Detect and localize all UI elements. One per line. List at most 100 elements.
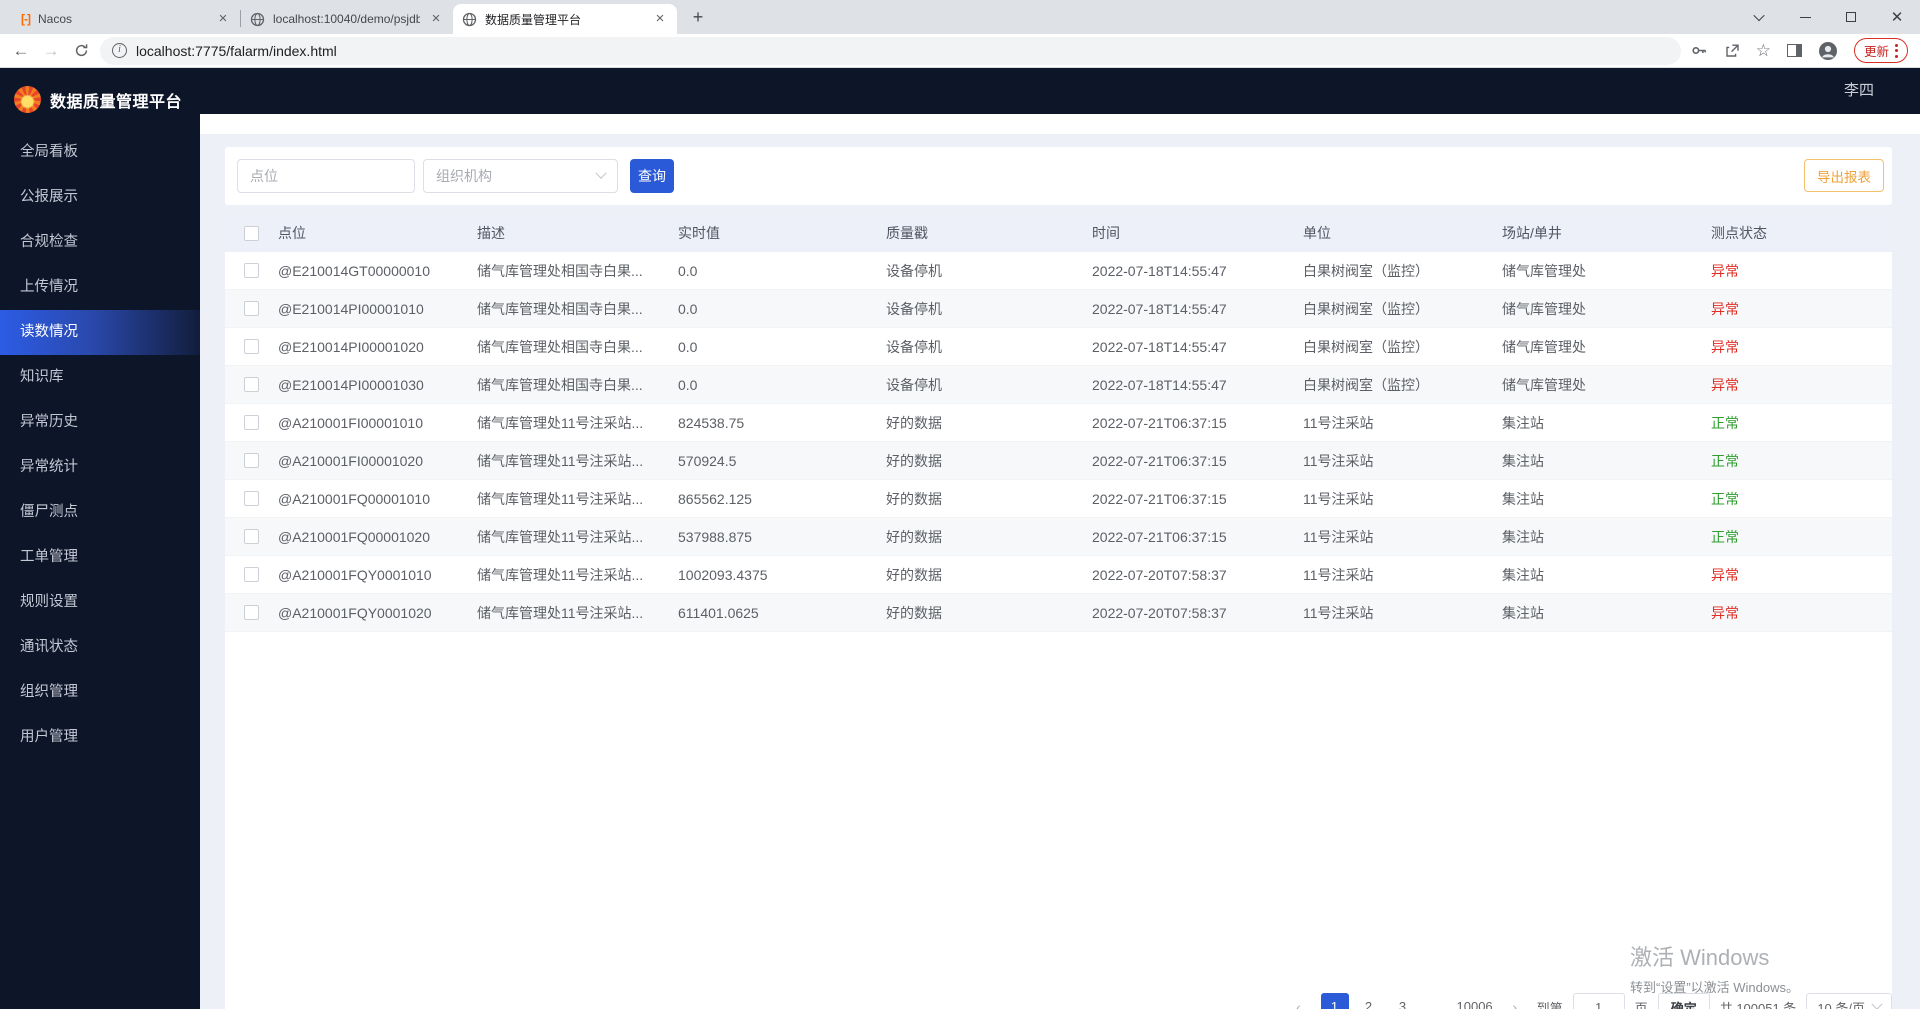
table-row[interactable]: @A210001FQ00001020储气库管理处11号注采站...537988.…	[225, 518, 1892, 556]
row-checkbox[interactable]	[244, 415, 259, 430]
table-row[interactable]: @A210001FQY0001020储气库管理处11号注采站...611401.…	[225, 594, 1892, 632]
total-count-label: 共 100051 条	[1720, 998, 1797, 1009]
tab-close-icon[interactable]: ×	[428, 11, 444, 27]
table-row[interactable]: @E210014PI00001010储气库管理处相国寺白果...0.0设备停机2…	[225, 290, 1892, 328]
row-checkbox[interactable]	[244, 567, 259, 582]
cell-unit: 白果树阀室（监控）	[1303, 299, 1502, 319]
table-row[interactable]: @A210001FQ00001010储气库管理处11号注采站...865562.…	[225, 480, 1892, 518]
next-page-button[interactable]: ›	[1503, 999, 1527, 1009]
forward-button[interactable]: →	[36, 37, 66, 65]
tab-close-icon[interactable]: ×	[652, 11, 668, 27]
page-number-button[interactable]: 2	[1355, 993, 1383, 1009]
organization-select[interactable]: 组织机构	[423, 159, 618, 193]
row-checkbox[interactable]	[244, 605, 259, 620]
cell-value: 1002093.4375	[678, 567, 886, 583]
jump-page-input[interactable]	[1573, 993, 1625, 1009]
table-row[interactable]: @E210014PI00001020储气库管理处相国寺白果...0.0设备停机2…	[225, 328, 1892, 366]
sidebar-item[interactable]: 规则设置	[0, 580, 200, 625]
table-row[interactable]: @E210014PI00001030储气库管理处相国寺白果...0.0设备停机2…	[225, 366, 1892, 404]
cell-time: 2022-07-18T14:55:47	[1092, 377, 1303, 393]
sidebar-item[interactable]: 异常统计	[0, 445, 200, 490]
sidebar-item[interactable]: 通讯状态	[0, 625, 200, 670]
tab-data-quality-platform[interactable]: 数据质量管理平台 ×	[453, 4, 677, 34]
cell-value: 0.0	[678, 301, 886, 317]
cell-desc: 储气库管理处11号注采站...	[477, 565, 678, 585]
table-row[interactable]: @E210014GT00000010储气库管理处相国寺白果...0.0设备停机2…	[225, 252, 1892, 290]
cell-value: 537988.875	[678, 529, 886, 545]
row-checkbox[interactable]	[244, 453, 259, 468]
sidebar-item[interactable]: 全局看板	[0, 130, 200, 175]
address-bar[interactable]: i localhost:7775/falarm/index.html	[100, 37, 1681, 65]
password-key-icon[interactable]	[1691, 42, 1708, 59]
row-checkbox[interactable]	[244, 529, 259, 544]
select-all-checkbox[interactable]	[244, 226, 259, 241]
row-checkbox[interactable]	[244, 301, 259, 316]
row-checkbox[interactable]	[244, 339, 259, 354]
tab-close-icon[interactable]: ×	[215, 11, 231, 27]
page-number-button[interactable]: 3	[1389, 993, 1417, 1009]
cell-value: 824538.75	[678, 415, 886, 431]
sidebar-item[interactable]: 组织管理	[0, 670, 200, 715]
jump-confirm-button[interactable]: 确定	[1658, 993, 1710, 1009]
cell-desc: 储气库管理处相国寺白果...	[477, 375, 678, 395]
update-label: 更新	[1864, 41, 1889, 60]
globe-favicon-icon	[250, 12, 265, 27]
table-row[interactable]: @A210001FI00001010储气库管理处11号注采站...824538.…	[225, 404, 1892, 442]
readings-table: 点位 描述 实时值 质量戳 时间 单位 场站/单井 测点状态 @E210014G…	[225, 214, 1892, 1009]
prev-page-button[interactable]: ‹	[1287, 999, 1311, 1009]
sidebar-item[interactable]: 知识库	[0, 355, 200, 400]
app-header	[0, 68, 1920, 114]
pagination: ‹ 123...10006 › 到第 页 确定 共 100051 条 10 条/…	[1287, 993, 1893, 1009]
page-number-button[interactable]: 10006	[1457, 993, 1493, 1009]
sidebar-item[interactable]: 异常历史	[0, 400, 200, 445]
sidebar-item[interactable]: 用户管理	[0, 715, 200, 760]
sidebar-item[interactable]: 读数情况	[0, 310, 200, 355]
table-body: @E210014GT00000010储气库管理处相国寺白果...0.0设备停机2…	[225, 252, 1892, 632]
browser-toolbar: ← → i localhost:7775/falarm/index.html ☆…	[0, 34, 1920, 68]
cell-unit: 白果树阀室（监控）	[1303, 375, 1502, 395]
maximize-button[interactable]	[1828, 0, 1874, 34]
sidebar-item[interactable]: 工单管理	[0, 535, 200, 580]
side-panel-icon[interactable]	[1787, 44, 1802, 57]
row-checkbox[interactable]	[244, 377, 259, 392]
table-row[interactable]: @A210001FQY0001010储气库管理处11号注采站...1002093…	[225, 556, 1892, 594]
tab-localhost-demo[interactable]: localhost:10040/demo/psjdbc ×	[241, 4, 453, 34]
petro-flower-logo-icon	[14, 86, 41, 113]
cell-value: 0.0	[678, 339, 886, 355]
cell-unit: 11号注采站	[1303, 413, 1502, 433]
cell-status: 正常	[1711, 451, 1892, 471]
tab-nacos[interactable]: [-] Nacos ×	[12, 4, 240, 34]
refresh-button[interactable]	[66, 37, 96, 65]
minimize-button[interactable]	[1782, 0, 1828, 34]
col-header-value: 实时值	[678, 223, 886, 243]
browser-update-button[interactable]: 更新	[1854, 38, 1908, 63]
back-button[interactable]: ←	[6, 37, 36, 65]
sidebar-item[interactable]: 公报展示	[0, 175, 200, 220]
search-button[interactable]: 查询	[630, 159, 674, 193]
current-user[interactable]: 李四	[1844, 68, 1874, 114]
page-number-button[interactable]: 1	[1321, 993, 1349, 1009]
browser-menu-icon[interactable]	[1895, 44, 1898, 58]
bookmark-star-icon[interactable]: ☆	[1756, 41, 1771, 61]
cell-unit: 白果树阀室（监控）	[1303, 337, 1502, 357]
row-checkbox[interactable]	[244, 491, 259, 506]
close-window-button[interactable]: ✕	[1874, 0, 1920, 34]
table-row[interactable]: @A210001FI00001020储气库管理处11号注采站...570924.…	[225, 442, 1892, 480]
url-text: localhost:7775/falarm/index.html	[136, 43, 337, 59]
cell-time: 2022-07-18T14:55:47	[1092, 263, 1303, 279]
profile-avatar-icon[interactable]	[1818, 41, 1838, 61]
site-info-icon[interactable]: i	[112, 43, 127, 58]
share-icon[interactable]	[1724, 43, 1740, 59]
cell-time: 2022-07-18T14:55:47	[1092, 339, 1303, 355]
new-tab-button[interactable]: +	[685, 5, 711, 31]
row-checkbox[interactable]	[244, 263, 259, 278]
sidebar-item[interactable]: 上传情况	[0, 265, 200, 310]
sidebar-item[interactable]: 僵尸测点	[0, 490, 200, 535]
col-header-status: 测点状态	[1711, 223, 1892, 243]
cell-unit: 11号注采站	[1303, 565, 1502, 585]
point-search-input[interactable]	[237, 159, 415, 193]
sidebar-item[interactable]: 合规检查	[0, 220, 200, 265]
tab-search-button[interactable]	[1736, 0, 1782, 34]
export-report-button[interactable]: 导出报表	[1804, 159, 1884, 192]
page-size-select[interactable]: 10 条/页	[1806, 993, 1892, 1009]
